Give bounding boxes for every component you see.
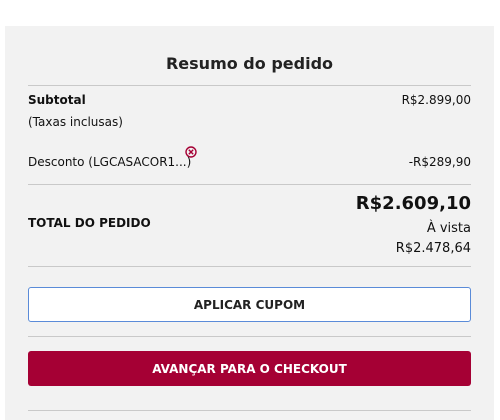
order-summary-title: Resumo do pedido (165, 54, 334, 73)
divider (28, 85, 471, 86)
discount-value: -R$289,90 (408, 155, 471, 169)
cash-price-label: À vista (426, 221, 471, 236)
divider (28, 266, 471, 267)
order-summary-panel: Resumo do pedido Subtotal R$2.899,00 (Ta… (5, 26, 494, 420)
remove-discount-icon[interactable] (185, 146, 197, 158)
divider (28, 184, 471, 185)
order-total-value: R$2.609,10 (355, 193, 471, 214)
cash-price-value: R$2.478,64 (395, 241, 471, 256)
tax-note: (Taxas inclusas) (28, 115, 123, 129)
divider (28, 336, 471, 337)
checkout-button[interactable]: AVANÇAR PARA O CHECKOUT (28, 351, 471, 386)
divider (28, 410, 471, 411)
discount-label: Desconto (LGCASACOR1...) (28, 155, 192, 169)
subtotal-label: Subtotal (28, 93, 86, 107)
order-total-label: TOTAL DO PEDIDO (28, 216, 151, 230)
subtotal-value: R$2.899,00 (401, 93, 471, 107)
apply-coupon-button[interactable]: APLICAR CUPOM (28, 287, 471, 322)
